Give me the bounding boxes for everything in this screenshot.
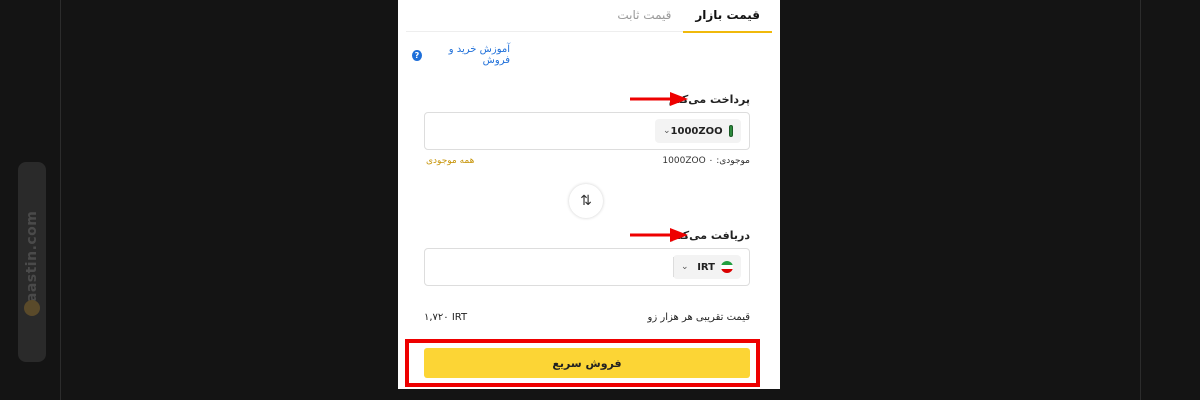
pay-coin-symbol: 1000ZOO [670,125,723,137]
help-link[interactable]: ? آموزش خرید و فروش [412,44,510,66]
annotation-arrow-pay [630,92,688,106]
chevron-down-icon: ⌄ [663,126,671,136]
watermark-logo-icon [24,300,40,316]
left-frame-line [60,0,61,400]
tabs: قیمت بازار قیمت ثابت [406,0,772,33]
pay-coin-select[interactable]: ⌄ 1000ZOO [655,119,741,143]
all-balance-link[interactable]: همه موجودی [426,156,474,166]
receive-amount-field[interactable]: ⌄ IRT [424,248,750,286]
tab-market-price[interactable]: قیمت بازار [683,0,772,33]
field-divider [673,257,674,277]
price-value: ۱,۷۲۰ IRT [424,312,468,323]
price-row: قیمت تقریبی هر هزار زو ۱,۷۲۰ IRT [424,312,750,323]
price-label: قیمت تقریبی هر هزار زو [647,312,750,323]
receive-coin-select[interactable]: ⌄ IRT [673,255,741,279]
annotation-highlight-box [405,339,760,387]
question-circle-icon: ? [412,49,422,61]
watermark-text: Raastin.com [24,210,40,314]
zoo-coin-icon [728,125,733,137]
pay-balance: موجودی: 1000ZOO ۰ [662,156,750,166]
annotation-arrow-receive [630,228,688,242]
trade-panel: قیمت بازار قیمت ثابت ? آموزش خرید و فروش… [398,0,780,389]
iran-flag-icon [721,261,733,273]
tab-fixed-price[interactable]: قیمت ثابت [605,0,683,31]
right-frame-line [1140,0,1141,400]
receive-coin-symbol: IRT [697,261,715,273]
swap-arrows-icon: ⇅ [580,193,592,209]
pay-amount-field[interactable]: ⌄ 1000ZOO [424,112,750,150]
swap-button[interactable]: ⇅ [569,184,603,218]
chevron-down-icon: ⌄ [681,262,689,272]
watermark: Raastin.com [18,162,46,362]
help-link-text[interactable]: آموزش خرید و فروش [428,44,510,66]
